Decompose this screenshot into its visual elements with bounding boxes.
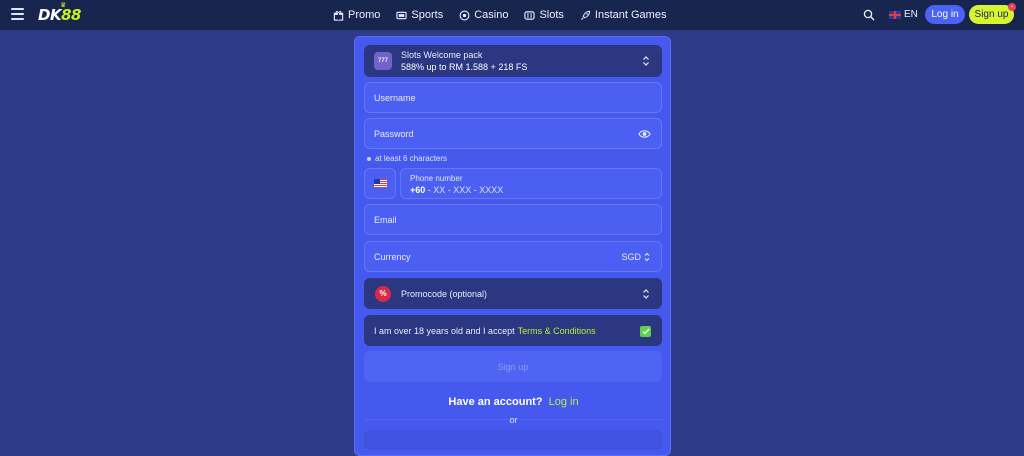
malaysia-flag-icon bbox=[373, 179, 387, 188]
top-navbar: DK88 ♛ Promo Sports Casino Slots Instant… bbox=[0, 0, 1024, 30]
username-placeholder: Username bbox=[374, 92, 416, 103]
or-label: or bbox=[509, 415, 518, 425]
logo-text: DK bbox=[38, 6, 62, 24]
nav-promo-label: Promo bbox=[348, 9, 381, 21]
welcome-pack-subtitle: 588% up to RM 1.588 + 218 FS bbox=[401, 61, 528, 72]
promocode-select[interactable]: % Promocode (optional) bbox=[364, 278, 662, 309]
currency-select[interactable]: Currency SGD bbox=[364, 241, 662, 272]
rocket-icon bbox=[580, 10, 591, 20]
submit-signup-button[interactable]: Sign up bbox=[364, 351, 662, 382]
terms-row: I am over 18 years old and I accept Term… bbox=[364, 315, 662, 346]
terms-checkbox[interactable] bbox=[640, 326, 651, 337]
nav-slots-label: Slots bbox=[539, 9, 564, 21]
nav-sports-label: Sports bbox=[411, 9, 444, 21]
gift-icon bbox=[333, 10, 344, 21]
check-icon bbox=[642, 328, 650, 335]
welcome-pack-select[interactable]: 777 Slots Welcome pack 588% up to RM 1.5… bbox=[364, 45, 662, 77]
have-account-row: Have an account? Log in bbox=[355, 396, 672, 408]
login-link[interactable]: Log in bbox=[549, 396, 579, 408]
country-code-select[interactable] bbox=[364, 168, 396, 199]
login-button[interactable]: Log in bbox=[925, 5, 965, 24]
nav-promo[interactable]: Promo bbox=[333, 9, 380, 21]
nav-slots[interactable]: Slots bbox=[524, 9, 564, 21]
uk-flag-icon bbox=[889, 10, 901, 19]
chevron-updown-icon bbox=[644, 252, 650, 261]
have-account-text: Have an account? bbox=[448, 396, 543, 408]
phone-label: Phone number bbox=[410, 174, 463, 183]
gift-badge-icon: ▪ bbox=[1008, 3, 1016, 11]
nav-instant-games-label: Instant Games bbox=[594, 9, 667, 21]
chip-icon bbox=[459, 10, 470, 20]
terms-link[interactable]: Terms & Conditions bbox=[518, 326, 596, 336]
crown-icon: ♛ bbox=[60, 1, 66, 9]
phone-field[interactable]: Phone number +60 - XX - XXX - XXXX bbox=[400, 168, 662, 199]
password-hint-text: at least 6 characters bbox=[375, 154, 448, 163]
ticket-icon bbox=[396, 11, 408, 19]
username-field[interactable]: Username bbox=[364, 82, 662, 113]
welcome-pack-title: Slots Welcome pack bbox=[401, 49, 483, 60]
currency-label: Currency bbox=[374, 251, 411, 262]
terms-text: I am over 18 years old and I accept bbox=[374, 325, 515, 336]
nav-casino[interactable]: Casino bbox=[459, 9, 508, 21]
phone-mask: - XX - XXX - XXXX bbox=[425, 185, 504, 195]
email-field[interactable]: Email bbox=[364, 204, 662, 235]
language-selector[interactable]: EN bbox=[889, 9, 918, 20]
percent-icon: % bbox=[375, 285, 391, 302]
phone-prefix: +60 bbox=[410, 185, 426, 195]
search-icon[interactable] bbox=[863, 9, 875, 21]
main-nav: Promo Sports Casino Slots Instant Games bbox=[333, 0, 666, 30]
password-hint: at least 6 characters bbox=[367, 154, 447, 163]
password-field[interactable]: Password bbox=[364, 118, 662, 149]
bullet-icon bbox=[367, 156, 371, 161]
email-placeholder: Email bbox=[374, 214, 397, 225]
menu-icon[interactable] bbox=[11, 8, 24, 20]
promocode-label: Promocode (optional) bbox=[401, 288, 488, 299]
social-login-button[interactable] bbox=[364, 430, 662, 450]
language-label: EN bbox=[904, 9, 918, 20]
nav-casino-label: Casino bbox=[474, 9, 509, 21]
chevron-updown-icon bbox=[643, 288, 649, 299]
slot-machine-icon bbox=[524, 10, 536, 20]
signup-form-panel: 777 Slots Welcome pack 588% up to RM 1.5… bbox=[354, 36, 671, 456]
currency-value: SGD bbox=[621, 251, 641, 262]
slots-bonus-icon: 777 bbox=[374, 52, 392, 70]
nav-sports[interactable]: Sports bbox=[396, 9, 443, 21]
nav-instant-games[interactable]: Instant Games bbox=[580, 9, 667, 21]
logo[interactable]: DK88 ♛ bbox=[38, 1, 81, 24]
password-placeholder: Password bbox=[374, 128, 414, 139]
chevron-updown-icon bbox=[643, 56, 649, 66]
eye-icon[interactable] bbox=[638, 129, 651, 139]
